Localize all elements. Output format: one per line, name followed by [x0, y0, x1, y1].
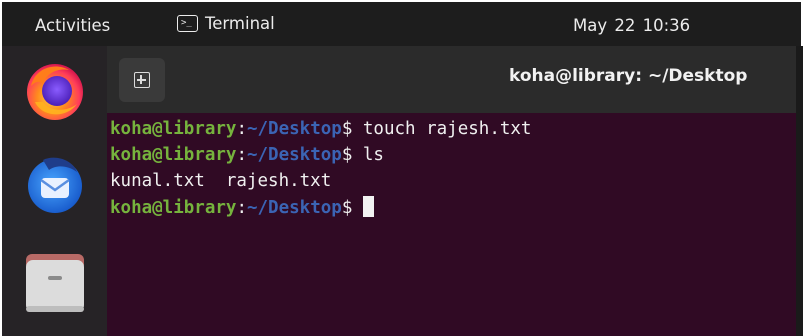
- prompt-path: ~/Desktop: [246, 145, 342, 165]
- thunderbird-icon: [28, 157, 82, 213]
- top-bar: Activities >_ Terminal May 22 10:36: [2, 2, 801, 46]
- terminal-line: koha@library:~/Desktop$ touch rajesh.txt: [110, 118, 531, 140]
- dock: [2, 46, 107, 336]
- window-title: koha@library: ~/Desktop: [509, 66, 748, 86]
- prompt-colon: :: [236, 198, 247, 218]
- terminal-output-line: kunal.txt rajesh.txt: [110, 170, 331, 192]
- app-menu-label: Terminal: [205, 14, 275, 33]
- terminal-cursor: [362, 196, 374, 217]
- desktop-screen: Activities >_ Terminal May 22 10:36 koha…: [0, 0, 803, 336]
- prompt-path: ~/Desktop: [246, 198, 342, 218]
- new-tab-button[interactable]: [119, 58, 165, 102]
- command-text: touch rajesh.txt: [352, 119, 532, 139]
- prompt-user: koha@library: [110, 145, 237, 165]
- terminal-icon: >_: [177, 15, 198, 32]
- window-edge: [796, 46, 803, 336]
- prompt-colon: :: [236, 145, 247, 165]
- prompt-sigil: $: [341, 198, 353, 218]
- command-output: kunal.txt rajesh.txt: [110, 171, 332, 191]
- files-icon: [26, 254, 84, 312]
- prompt-sigil: $: [341, 145, 353, 165]
- prompt-colon: :: [236, 119, 247, 139]
- prompt-user: koha@library: [110, 119, 237, 139]
- command-text: ls: [352, 145, 384, 165]
- dock-item-firefox[interactable]: [21, 56, 89, 124]
- firefox-icon: [27, 64, 83, 120]
- terminal-headerbar: koha@library: ~/Desktop: [107, 46, 796, 113]
- activities-button[interactable]: Activities: [35, 16, 110, 35]
- command-text: [352, 198, 363, 218]
- clock[interactable]: May 22 10:36: [573, 16, 690, 35]
- dock-item-files[interactable]: [21, 248, 89, 316]
- dock-item-thunderbird[interactable]: [21, 150, 89, 218]
- app-menu-button[interactable]: >_ Terminal: [177, 14, 275, 33]
- new-tab-icon: [134, 72, 150, 88]
- prompt-user: koha@library: [110, 198, 237, 218]
- prompt-sigil: $: [341, 119, 353, 139]
- terminal-body[interactable]: koha@library:~/Desktop$ touch rajesh.txt…: [107, 113, 796, 336]
- prompt-path: ~/Desktop: [246, 119, 342, 139]
- terminal-line: koha@library:~/Desktop$ ls: [110, 144, 384, 166]
- terminal-line: koha@library:~/Desktop$: [110, 196, 374, 219]
